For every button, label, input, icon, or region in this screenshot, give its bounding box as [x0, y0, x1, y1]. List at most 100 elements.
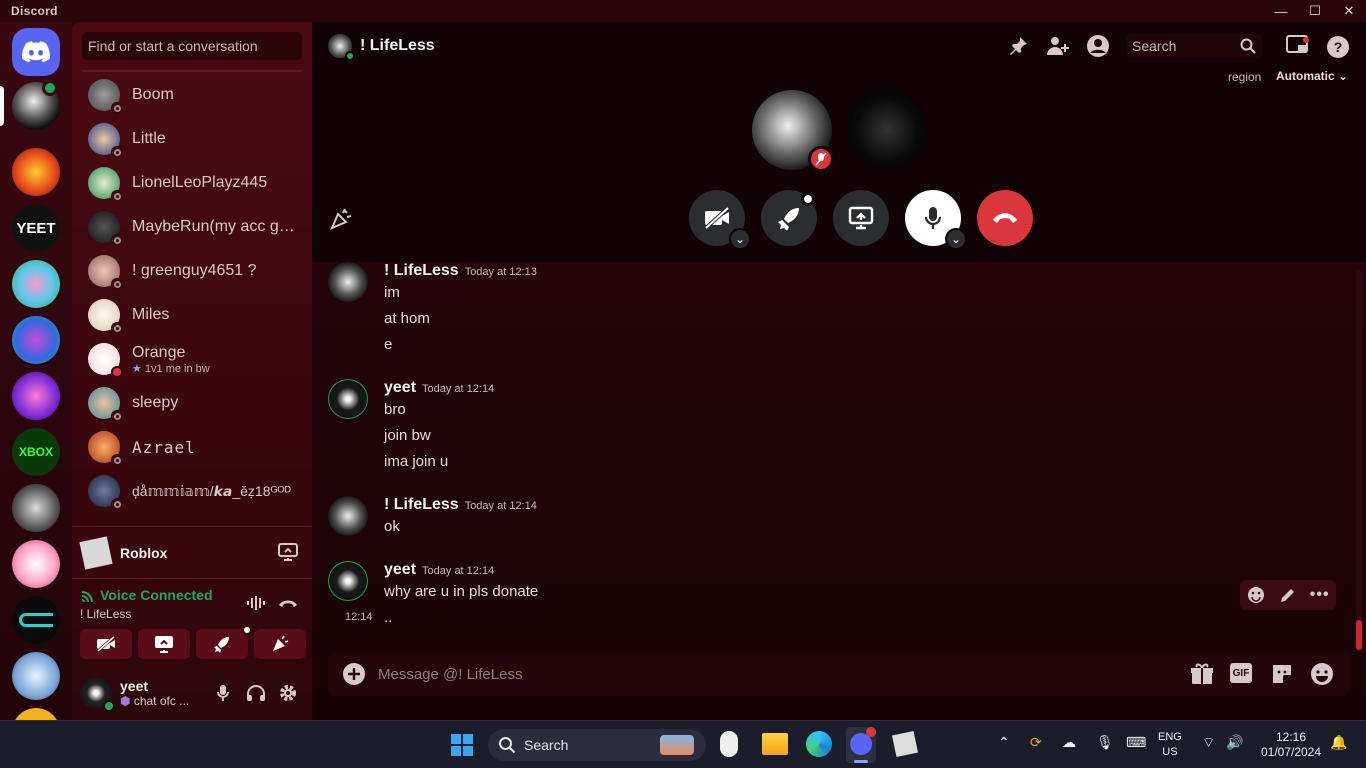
pin-icon[interactable]	[1008, 36, 1028, 56]
dm-item[interactable]: LionelLeoPlayz445	[80, 162, 304, 204]
voice-channel-name[interactable]: ! LifeLess	[80, 607, 131, 621]
dm-item[interactable]: ! greenguy4651 ?	[80, 250, 304, 292]
close-button[interactable]: ✕	[1332, 0, 1366, 22]
server-icon-7[interactable]	[12, 484, 60, 532]
roblox-taskbar-icon[interactable]	[891, 730, 919, 758]
dm-item[interactable]: Boom	[80, 74, 304, 116]
help-icon[interactable]: ?	[1326, 35, 1350, 59]
server-icon-1[interactable]	[12, 148, 60, 196]
chevron-down-icon[interactable]: ⌄	[945, 228, 967, 250]
message-author[interactable]: ! LifeLess Today at 12:13	[384, 262, 537, 280]
call-avatar-yeet[interactable]	[847, 90, 927, 170]
volume-icon[interactable]: 🔊	[1226, 735, 1243, 750]
wifi-icon[interactable]: ⌔	[1202, 735, 1215, 750]
activity-launch-button[interactable]	[196, 625, 252, 659]
sync-icon[interactable]: ⟳	[1030, 735, 1042, 750]
add-friends-icon[interactable]	[1046, 35, 1070, 57]
taskbar-search[interactable]: Search	[488, 729, 706, 761]
microphone-icon[interactable]	[216, 684, 230, 702]
upload-plus-icon[interactable]	[342, 662, 366, 686]
dm-item[interactable]: ḑå𝕞𝕞𝕚𝕒𝕞/𝙠𝙖_ĕẓ18ᴳᴼᴰ	[80, 470, 304, 512]
server-icon-8[interactable]	[12, 540, 60, 588]
avatar[interactable]	[328, 561, 368, 601]
video-off-button[interactable]	[80, 629, 132, 659]
dm-item[interactable]: Little	[80, 118, 304, 160]
scrollbar-thumb[interactable]	[1356, 620, 1362, 650]
chevron-down-icon[interactable]: ⌄	[729, 228, 751, 250]
dm-item[interactable]: Miles	[80, 294, 304, 336]
dm-item[interactable]: Orange ★ 1v1 me in bw	[80, 338, 304, 380]
microphone-button[interactable]: ⌄	[905, 190, 967, 250]
author-name: yeet	[384, 379, 417, 396]
server-icon-4[interactable]	[12, 316, 60, 364]
server-icon-10[interactable]	[12, 652, 60, 700]
server-icon-9[interactable]	[12, 596, 60, 644]
avatar[interactable]	[328, 496, 368, 536]
offline-status-icon	[111, 322, 123, 334]
call-avatar-lifeless[interactable]	[752, 90, 834, 172]
server-icon-5[interactable]	[12, 372, 60, 420]
minimize-button[interactable]: —	[1264, 0, 1298, 22]
edit-pencil-icon[interactable]	[1279, 586, 1297, 604]
user-profile-icon[interactable]	[1086, 34, 1110, 58]
message-author[interactable]: yeet Today at 12:14	[384, 379, 494, 397]
scrollbar-track[interactable]	[1356, 270, 1362, 650]
region-select[interactable]: Automatic ⌄	[1276, 69, 1348, 83]
add-reaction-icon[interactable]	[1246, 585, 1266, 605]
share-screen-button[interactable]	[138, 629, 190, 659]
gif-icon[interactable]: GIF	[1230, 663, 1252, 683]
settings-gear-icon[interactable]	[278, 683, 298, 703]
avatar[interactable]	[328, 262, 368, 302]
inbox-icon[interactable]	[1286, 35, 1310, 57]
keyboard-icon[interactable]: ⌨	[1126, 735, 1146, 750]
message-input[interactable]	[378, 665, 1078, 683]
avatar[interactable]	[328, 379, 368, 419]
discord-taskbar-icon[interactable]	[846, 727, 876, 763]
noise-suppression-icon[interactable]	[246, 595, 266, 611]
home-button[interactable]	[12, 28, 60, 76]
toggle-camera-button[interactable]: ⌄	[689, 190, 751, 250]
screen-share-icon	[848, 206, 874, 230]
clock[interactable]: 12:16 01/07/2024	[1258, 730, 1324, 760]
microphone-tray-icon[interactable]: 🎙	[1096, 735, 1114, 750]
sticker-icon[interactable]	[1270, 662, 1294, 686]
region-code: US	[1162, 746, 1178, 758]
screen-share-button[interactable]	[833, 190, 889, 246]
cloud-icon[interactable]: ☁	[1062, 735, 1076, 750]
edge-browser-icon[interactable]	[806, 731, 832, 757]
find-conversation-input[interactable]: Find or start a conversation	[82, 32, 302, 60]
dm-name: sleepy	[132, 394, 179, 411]
notification-bell-icon[interactable]: 🔔	[1330, 735, 1347, 750]
more-options-icon[interactable]: •••	[1310, 586, 1330, 604]
dm-header-name[interactable]: ! LifeLess	[360, 37, 435, 55]
mouse-app-icon[interactable]	[720, 731, 738, 757]
language-indicator[interactable]: ENG US	[1158, 730, 1182, 760]
dm-item[interactable]: sleepy	[80, 382, 304, 424]
activities-button[interactable]	[761, 190, 817, 246]
disconnect-icon[interactable]	[278, 597, 298, 609]
gift-icon[interactable]	[1190, 662, 1214, 686]
dm-name: Little	[132, 130, 166, 147]
maximize-button[interactable]: ☐	[1298, 0, 1332, 22]
message-author[interactable]: yeet Today at 12:14	[384, 561, 494, 579]
message-author[interactable]: ! LifeLess Today at 12:14	[384, 496, 537, 514]
server-icon-3[interactable]	[12, 260, 60, 308]
soundboard-button[interactable]	[254, 629, 306, 659]
headphones-icon[interactable]	[246, 684, 266, 702]
chevron-up-icon[interactable]: ⌃	[998, 735, 1010, 750]
server-icon-yeet[interactable]: YEET	[12, 204, 60, 252]
avatar[interactable]	[80, 677, 115, 712]
search-input[interactable]: Search	[1126, 34, 1262, 58]
dm-item[interactable]: Azrael	[80, 426, 304, 468]
screen-share-icon[interactable]	[278, 543, 298, 561]
file-explorer-icon[interactable]	[762, 733, 788, 755]
dm-item[interactable]: MaybeRun(my acc got...	[80, 206, 304, 248]
soundboard-icon[interactable]	[330, 208, 352, 230]
windows-start-icon[interactable]	[450, 733, 474, 757]
hang-up-button[interactable]	[977, 190, 1033, 246]
emoji-icon[interactable]	[1310, 662, 1334, 686]
message-text: bro	[384, 401, 406, 418]
dm-name: MaybeRun(my acc got...	[132, 218, 302, 235]
server-icon-11[interactable]	[12, 708, 60, 720]
server-icon-xbox[interactable]: XBOX	[12, 428, 60, 476]
